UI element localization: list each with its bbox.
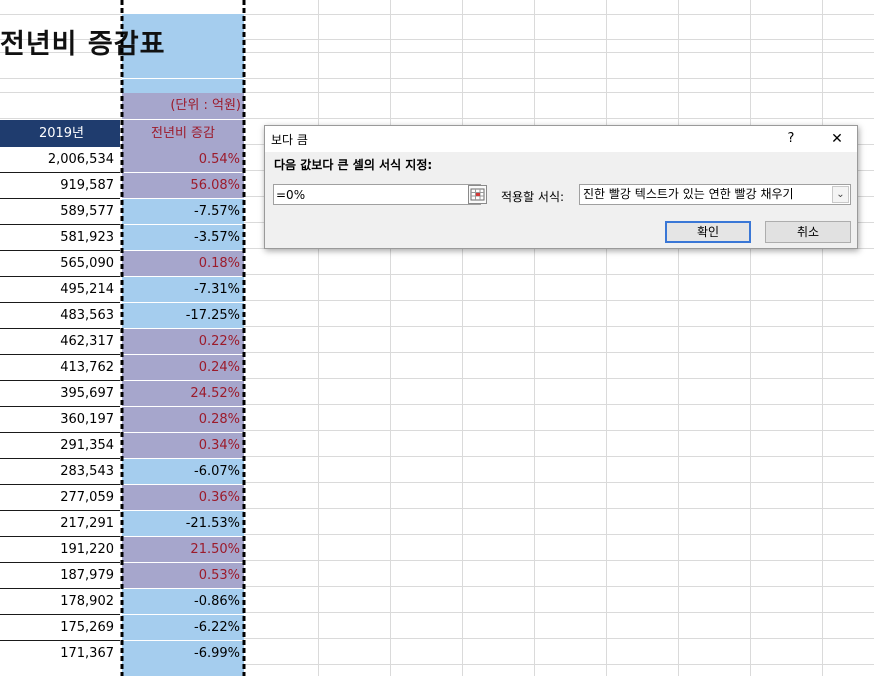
change-cell[interactable]: -3.57% <box>122 225 244 251</box>
value-cell[interactable]: 187,979 <box>0 563 120 589</box>
change-cell[interactable]: 0.34% <box>122 433 244 459</box>
change-cell[interactable]: 0.54% <box>122 147 244 173</box>
threshold-value-input[interactable] <box>273 184 481 205</box>
change-cell[interactable]: -7.57% <box>122 199 244 225</box>
change-cell[interactable]: 21.50% <box>122 537 244 563</box>
value-cell[interactable]: 291,354 <box>0 433 120 459</box>
value-cell[interactable]: 589,577 <box>0 199 120 225</box>
change-cell[interactable]: 24.52% <box>122 381 244 407</box>
value-cell[interactable]: 565,090 <box>0 251 120 277</box>
value-cell[interactable]: 360,197 <box>0 407 120 433</box>
value-cell[interactable]: 462,317 <box>0 329 120 355</box>
change-cell[interactable]: 0.53% <box>122 563 244 589</box>
value-cell[interactable]: 283,543 <box>0 459 120 485</box>
change-cell[interactable]: 0.24% <box>122 355 244 381</box>
change-cell[interactable]: -21.53% <box>122 511 244 537</box>
change-cell[interactable]: -0.86% <box>122 589 244 615</box>
dialog-title: 보다 큼 <box>271 133 308 147</box>
blank-cell[interactable] <box>122 78 244 93</box>
range-select-button[interactable] <box>468 185 487 204</box>
value-cell[interactable]: 277,059 <box>0 485 120 511</box>
change-cell[interactable]: 0.36% <box>122 485 244 511</box>
value-cell[interactable]: 483,563 <box>0 303 120 329</box>
change-cell[interactable]: 0.18% <box>122 251 244 277</box>
value-cell[interactable]: 581,923 <box>0 225 120 251</box>
value-cell[interactable]: 495,214 <box>0 277 120 303</box>
instruction-label: 다음 값보다 큰 셀의 서식 지정: <box>274 158 433 172</box>
range-select-icon <box>470 188 485 201</box>
help-button[interactable]: ? <box>777 128 805 150</box>
value-cell[interactable]: 395,697 <box>0 381 120 407</box>
unit-label[interactable]: (단위 : 억원) <box>122 93 244 119</box>
close-button[interactable]: ✕ <box>817 128 857 150</box>
next-row-change-cell[interactable] <box>122 664 244 676</box>
value-cell[interactable]: 191,220 <box>0 537 120 563</box>
value-cell[interactable]: 175,269 <box>0 615 120 641</box>
next-row-cell[interactable] <box>0 664 120 676</box>
dialog-titlebar[interactable]: 보다 큼 ? ✕ <box>265 126 857 152</box>
greater-than-dialog: 보다 큼 ? ✕ 다음 값보다 큰 셀의 서식 지정: 적용할 서식: 진한 빨… <box>264 125 858 249</box>
chevron-down-icon[interactable]: ⌄ <box>832 186 849 203</box>
header-change[interactable]: 전년비 증감 <box>122 120 244 147</box>
format-select[interactable]: 진한 빨강 텍스트가 있는 연한 빨강 채우기 ⌄ <box>579 184 851 205</box>
value-cell[interactable]: 2,006,534 <box>0 147 120 173</box>
change-cell[interactable]: 56.08% <box>122 173 244 199</box>
change-cell[interactable]: -6.22% <box>122 615 244 641</box>
change-cell[interactable]: -6.07% <box>122 459 244 485</box>
format-selected-text: 진한 빨강 텍스트가 있는 연한 빨강 채우기 <box>583 187 794 201</box>
sheet-title: 전년비 증감표 <box>0 29 166 60</box>
header-year[interactable]: 2019년 <box>0 120 120 147</box>
change-cell[interactable]: -17.25% <box>122 303 244 329</box>
value-cell[interactable]: 178,902 <box>0 589 120 615</box>
cancel-button[interactable]: 취소 <box>765 221 851 243</box>
change-cell[interactable]: -7.31% <box>122 277 244 303</box>
value-cell[interactable]: 217,291 <box>0 511 120 537</box>
apply-format-label: 적용할 서식: <box>501 190 565 204</box>
change-cell[interactable]: 0.22% <box>122 329 244 355</box>
ok-button[interactable]: 확인 <box>665 221 751 243</box>
value-cell[interactable]: 919,587 <box>0 173 120 199</box>
change-cell[interactable]: 0.28% <box>122 407 244 433</box>
value-cell[interactable]: 413,762 <box>0 355 120 381</box>
